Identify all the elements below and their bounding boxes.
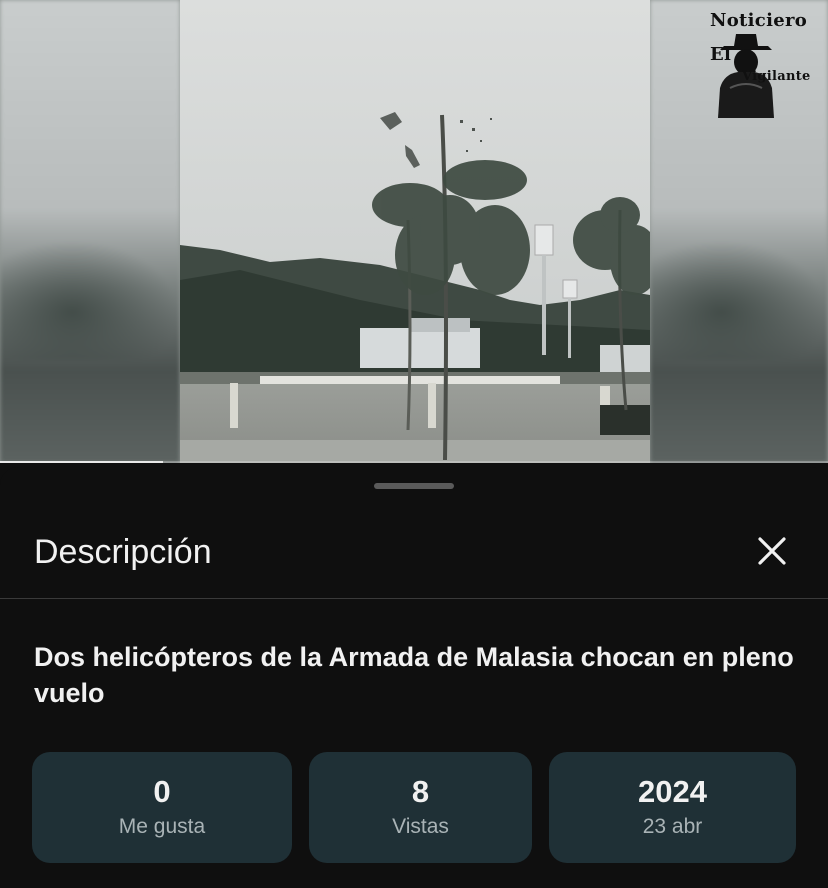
video-player[interactable]: Noticiero El Vigilante bbox=[0, 0, 828, 463]
sheet-title: Descripción bbox=[34, 533, 212, 571]
sheet-drag-handle[interactable] bbox=[374, 483, 454, 489]
date-stat: 2024 23 abr bbox=[549, 752, 796, 863]
video-scene bbox=[180, 0, 650, 463]
likes-label: Me gusta bbox=[118, 815, 206, 838]
video-progress-bar[interactable] bbox=[0, 461, 828, 463]
views-label: Vistas bbox=[392, 815, 449, 838]
close-button[interactable] bbox=[752, 531, 792, 571]
video-title: Dos helicópteros de la Armada de Malasia… bbox=[34, 642, 794, 708]
video-blur-left bbox=[0, 0, 180, 463]
description-sheet: Descripción Dos helicópteros de la Armad… bbox=[0, 467, 828, 888]
sheet-divider bbox=[0, 598, 828, 599]
video-frame bbox=[180, 0, 650, 463]
channel-watermark: Noticiero El Vigilante bbox=[700, 6, 824, 118]
views-stat: 8 Vistas bbox=[309, 752, 532, 863]
likes-stat: 0 Me gusta bbox=[32, 752, 292, 863]
views-count: 8 bbox=[411, 774, 430, 809]
watermark-line-3: Vigilante bbox=[742, 69, 811, 84]
close-icon bbox=[758, 537, 786, 565]
watermark-line-1: Noticiero bbox=[710, 10, 808, 31]
upload-year: 2024 bbox=[638, 774, 707, 809]
likes-count: 0 bbox=[153, 774, 171, 809]
video-progress-fill bbox=[0, 461, 164, 463]
upload-date: 23 abr bbox=[642, 815, 703, 838]
watermark-line-2: El bbox=[710, 44, 732, 65]
